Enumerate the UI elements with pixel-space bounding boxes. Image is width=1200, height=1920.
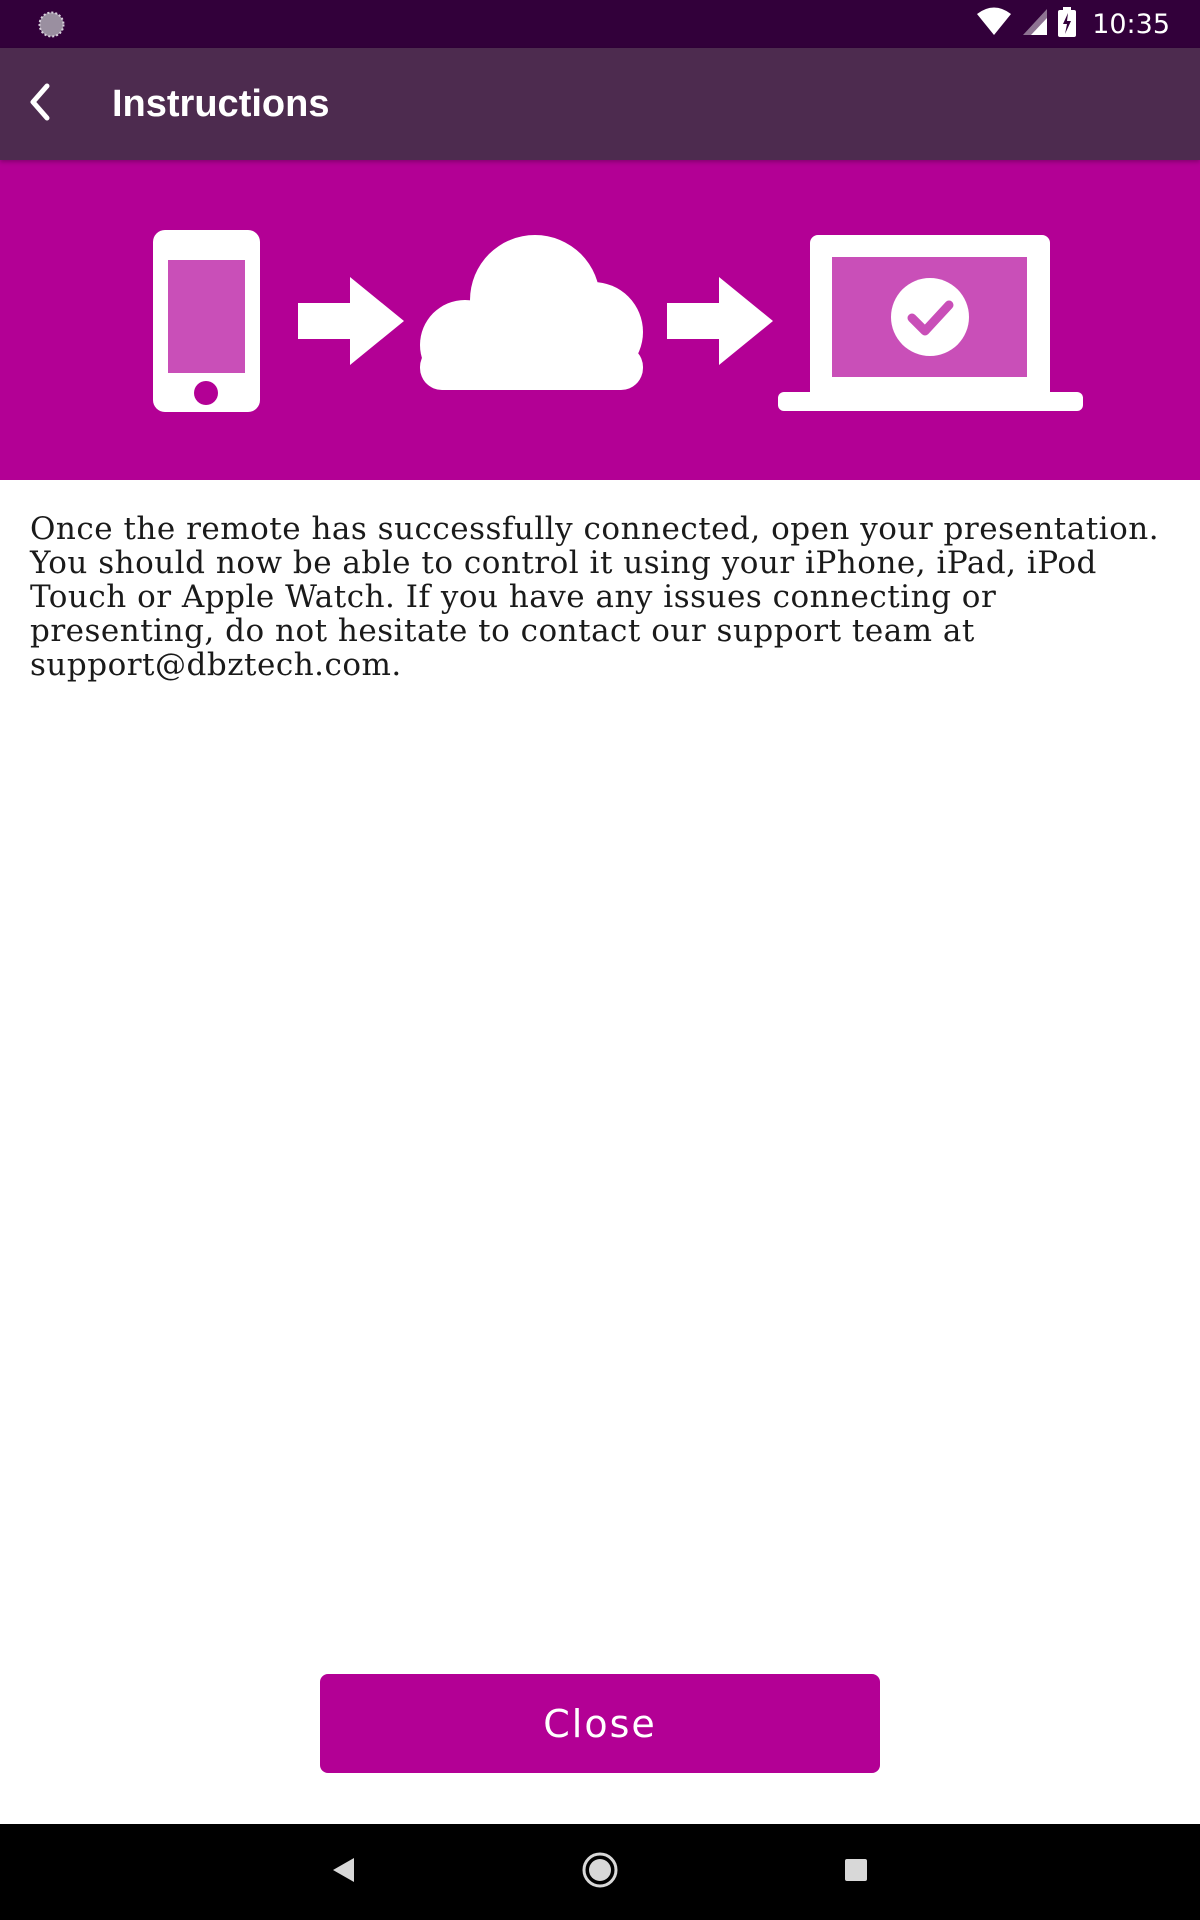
nav-recents-button[interactable]: [808, 1824, 904, 1920]
signal-icon: [1022, 8, 1048, 41]
status-time: 10:35: [1092, 8, 1170, 40]
page-title: Instructions: [112, 83, 330, 125]
laptop-check-icon: [778, 235, 1083, 411]
back-button[interactable]: [0, 48, 80, 160]
connection-banner: [0, 160, 1200, 480]
arrow-right-icon: [667, 277, 773, 365]
wifi-icon: [976, 7, 1012, 42]
app-bar: Instructions: [0, 48, 1200, 160]
nav-back-button[interactable]: [296, 1824, 392, 1920]
status-icons: 10:35: [976, 0, 1170, 48]
status-bar: 10:35: [0, 0, 1200, 48]
arrow-right-icon: [298, 277, 404, 365]
battery-charging-icon: [1058, 6, 1077, 42]
navigation-bar: [0, 1824, 1200, 1920]
phone-icon: [153, 230, 260, 412]
instructions-screen: 10:35 Instructions Once the remote has s…: [0, 0, 1200, 1920]
loading-spinner-icon: [38, 11, 65, 38]
cloud-icon: [420, 235, 643, 390]
nav-home-button[interactable]: [552, 1824, 648, 1920]
nav-home-icon: [580, 1850, 620, 1895]
close-button[interactable]: Close: [320, 1674, 880, 1773]
instructions-text: Once the remote has successfully connect…: [30, 511, 1160, 683]
nav-back-icon: [329, 1855, 359, 1890]
back-arrow-icon: [25, 82, 55, 127]
nav-recents-icon: [842, 1856, 870, 1889]
